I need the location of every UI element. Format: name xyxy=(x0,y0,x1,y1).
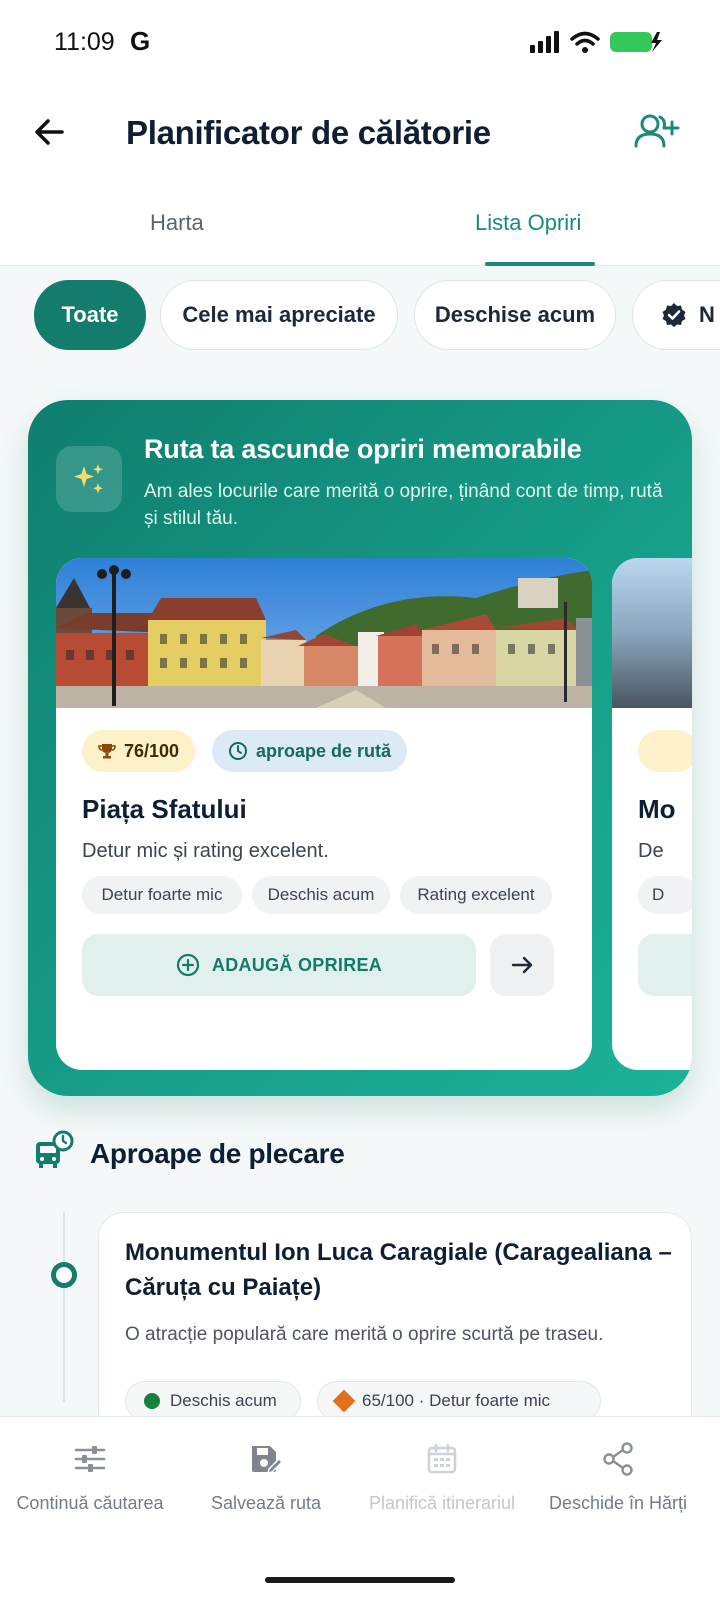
sparkles-icon xyxy=(74,464,103,494)
place-card[interactable]: 76/100 aproape de rută Piața Sfatului De… xyxy=(56,558,592,1070)
recommended-stops-panel: Ruta ta ascunde opriri memorabile Am ale… xyxy=(28,400,692,1096)
battery-charging-icon xyxy=(610,32,662,52)
trophy-icon xyxy=(98,744,116,759)
score-badge xyxy=(638,730,692,772)
status-time: 11:09 xyxy=(54,28,115,56)
stop-score-chip: 65/100 · Detur foarte mic xyxy=(317,1381,601,1421)
place-description: Detur mic și rating excelent. xyxy=(82,840,329,862)
save-edit-icon xyxy=(252,1446,284,1475)
stop-description: O atracție populară care merită o oprire… xyxy=(125,1324,604,1345)
nav-save-route[interactable]: Salvează ruta xyxy=(176,1439,356,1514)
filter-chip-apreciate[interactable]: Cele mai apreciate xyxy=(160,280,398,350)
share-icon xyxy=(603,1442,633,1476)
stop-chip-label: 65/100 · Detur foarte mic xyxy=(362,1391,551,1410)
open-dot-icon xyxy=(144,1393,160,1409)
add-person-icon xyxy=(634,114,680,148)
tab-harta[interactable]: Harta xyxy=(150,210,204,236)
view-tabs: Harta Lista Opriri xyxy=(0,188,720,266)
place-name: Mo xyxy=(638,794,676,824)
add-stop-button[interactable]: ADAUGĂ OPRIREA xyxy=(82,934,476,996)
filter-chip-deschise[interactable]: Deschise acum xyxy=(414,280,616,350)
sparkle-icon-box xyxy=(56,446,122,512)
score-badge: 76/100 xyxy=(82,730,196,772)
route-badge: aproape de rută xyxy=(212,730,408,772)
section-title: Aproape de plecare xyxy=(90,1138,345,1169)
bottom-nav: Continuă căutarea Salvează ruta Planific… xyxy=(0,1416,720,1600)
place-tag: Detur foarte mic xyxy=(82,876,242,914)
home-indicator[interactable] xyxy=(265,1577,455,1583)
place-tag: D xyxy=(638,876,692,914)
app-bar: Planificator de călătorie xyxy=(0,88,720,188)
stop-chip-label: Deschis acum xyxy=(170,1391,277,1410)
back-button[interactable] xyxy=(30,112,70,152)
sliders-icon xyxy=(74,1446,106,1472)
google-icon: G xyxy=(130,26,151,56)
place-name: Piața Sfatului xyxy=(82,794,247,824)
place-photo xyxy=(56,558,592,708)
nav-label: Planifică itinerariul xyxy=(368,1493,516,1513)
nav-continue-search[interactable]: Continuă căutarea xyxy=(0,1439,180,1514)
timeline-dot xyxy=(51,1262,77,1288)
nav-plan-itinerary[interactable]: Planifică itinerariul xyxy=(352,1439,532,1514)
tab-lista-opriri[interactable]: Lista Opriri xyxy=(475,210,581,236)
arrow-left-icon xyxy=(35,119,64,145)
place-tag: Rating excelent xyxy=(400,876,552,914)
promo-title: Ruta ta ascunde opriri memorabile xyxy=(144,434,582,464)
add-stop-button[interactable] xyxy=(638,934,692,996)
clock-icon xyxy=(229,742,247,760)
chip-label: Cele mai apreciate xyxy=(182,302,376,327)
status-bar: 11:09 G xyxy=(0,0,720,88)
score-value: 76/100 xyxy=(124,740,180,761)
add-person-button[interactable] xyxy=(634,112,680,152)
details-arrow-button[interactable] xyxy=(490,934,554,996)
place-card-next[interactable]: Mo De D xyxy=(612,558,692,1070)
filter-chip-toate[interactable]: Toate xyxy=(34,280,146,350)
active-tab-indicator xyxy=(485,262,595,266)
verified-badge-icon xyxy=(662,303,686,327)
plus-circle-icon xyxy=(176,953,199,977)
nav-label: Salvează ruta xyxy=(210,1493,322,1513)
status-icons xyxy=(530,30,664,54)
promo-subtitle: Am ales locurile care merită o oprire, ț… xyxy=(144,481,663,529)
bus-clock-icon xyxy=(36,1130,74,1168)
place-description: De xyxy=(638,840,664,862)
filter-chip-verified[interactable]: N xyxy=(632,280,720,350)
page-title: Planificator de călătorie xyxy=(126,114,491,151)
route-badge-label: aproape de rută xyxy=(256,740,392,761)
filter-chips: Toate Cele mai apreciate Deschise acum N xyxy=(0,280,720,352)
nav-open-maps[interactable]: Deschide în Hărți xyxy=(528,1439,708,1514)
wifi-icon xyxy=(570,31,600,53)
calendar-icon xyxy=(427,1443,457,1474)
score-diamond-icon xyxy=(332,1389,356,1413)
timeline-line xyxy=(63,1212,65,1402)
nav-label: Continuă căutarea xyxy=(16,1493,164,1513)
add-stop-label: ADAUGĂ OPRIREA xyxy=(211,954,383,975)
chip-label: Toate xyxy=(61,302,119,327)
stop-status-chip: Deschis acum xyxy=(125,1381,301,1421)
nav-label: Deschide în Hărți xyxy=(548,1493,688,1513)
stop-name: Monumentul Ion Luca Caragiale (Carageali… xyxy=(125,1239,672,1301)
chip-label: Deschise acum xyxy=(434,302,596,327)
arrow-right-icon xyxy=(511,956,533,974)
place-tag: Deschis acum xyxy=(252,876,390,914)
place-photo xyxy=(612,558,692,708)
chip-label: N xyxy=(699,302,715,327)
signal-icon xyxy=(530,31,559,53)
